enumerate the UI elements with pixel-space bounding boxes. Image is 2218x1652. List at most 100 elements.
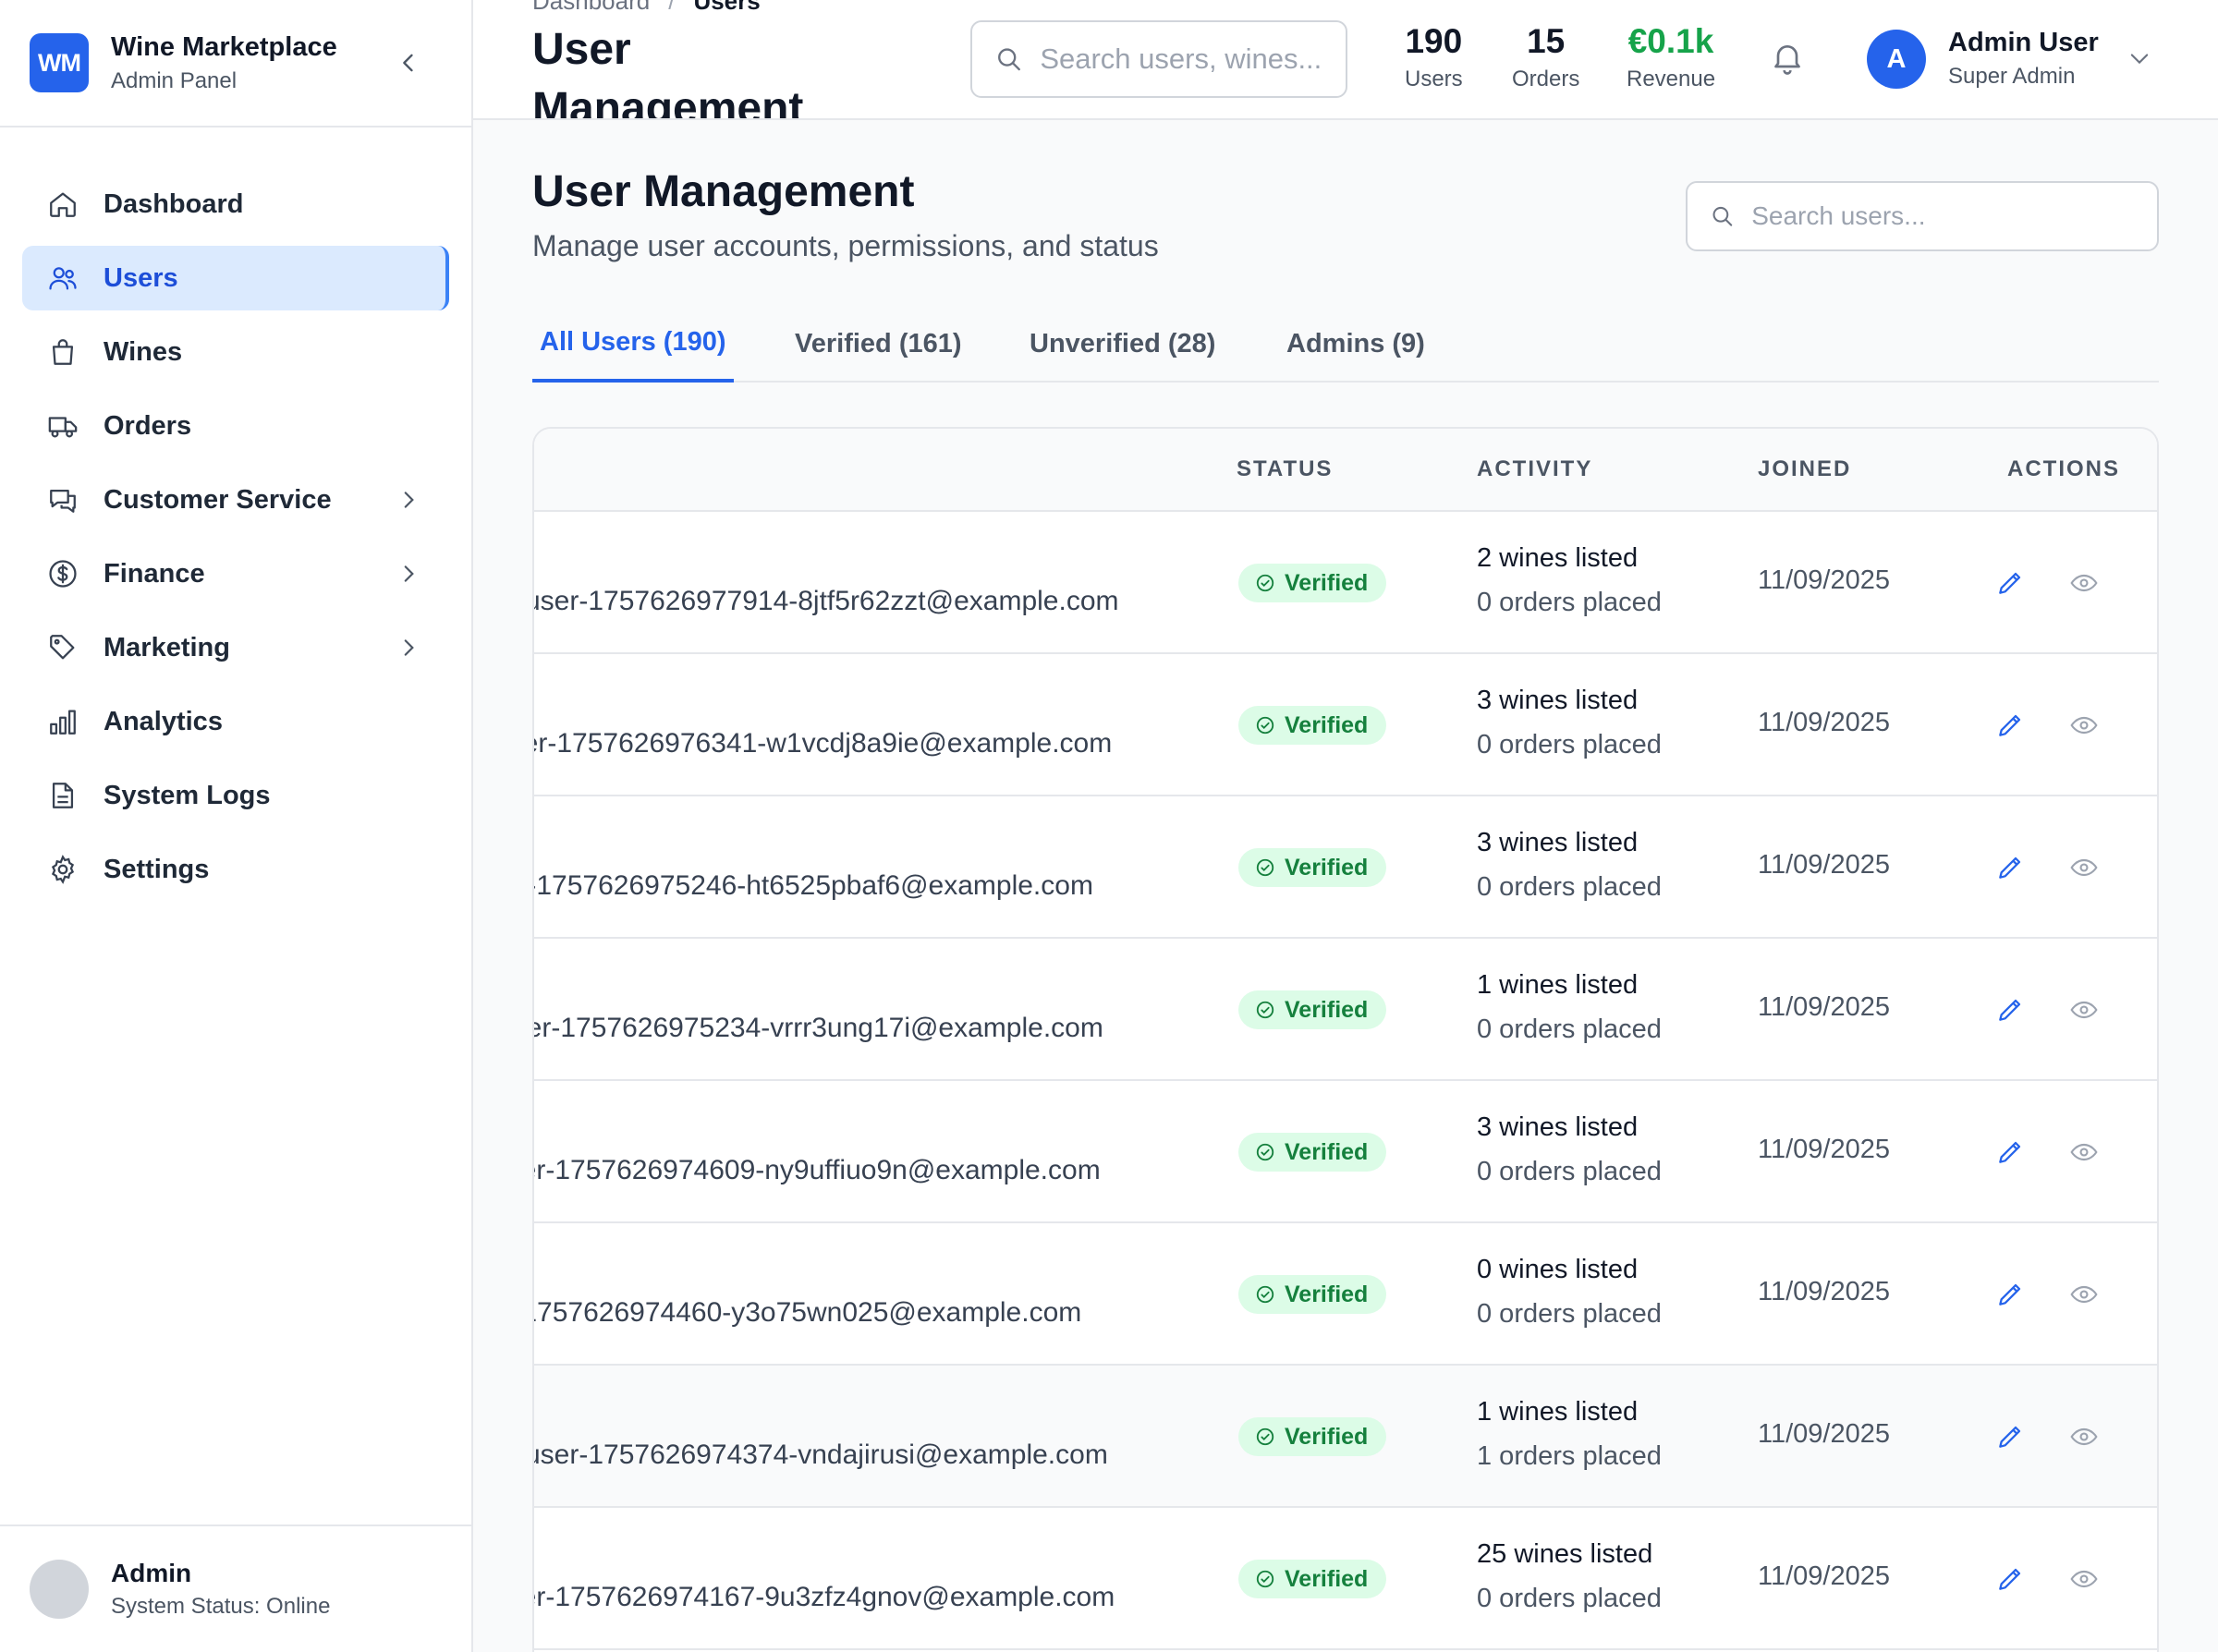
sidebar-item-settings[interactable]: Settings bbox=[22, 837, 449, 902]
search-icon bbox=[1712, 206, 1733, 226]
stat-label: Revenue bbox=[1627, 67, 1716, 91]
user-avatar[interactable]: A bbox=[1867, 30, 1926, 89]
tab-admins[interactable]: Admins (9) bbox=[1279, 305, 1432, 383]
user-email: user-1757626974374-vndajirusi@example.co… bbox=[532, 1439, 1108, 1470]
view-user-button[interactable] bbox=[2066, 992, 2102, 1027]
sidebar-item-wines[interactable]: Wines bbox=[22, 320, 449, 384]
user-tabs: All Users (190) Verified (161) Unverifie… bbox=[532, 305, 2159, 383]
edit-user-button[interactable] bbox=[1993, 1561, 2028, 1597]
truck-icon bbox=[46, 409, 79, 443]
user-role: Super Admin bbox=[1948, 64, 2076, 89]
global-search[interactable] bbox=[970, 20, 1347, 98]
sidebar-item-customer-service[interactable]: Customer Service bbox=[22, 468, 449, 532]
user-search[interactable] bbox=[1686, 181, 2159, 251]
table-row: user-1757626974167-9u3zfz4gnov@example.c… bbox=[534, 1508, 2157, 1650]
breadcrumb: Dashboard / Users bbox=[532, 0, 761, 16]
chevron-right-icon bbox=[394, 559, 423, 589]
status-label: Verified bbox=[1285, 1281, 1369, 1307]
notifications-button[interactable] bbox=[1767, 37, 1808, 78]
check-circle-icon bbox=[1255, 1142, 1275, 1162]
wines-listed: 3 wines listed bbox=[1477, 1112, 1639, 1142]
stat-label: Users bbox=[1405, 67, 1463, 91]
view-user-button[interactable] bbox=[2066, 1135, 2102, 1170]
status-label: Verified bbox=[1285, 1138, 1369, 1165]
stat-users: 190 Users bbox=[1405, 22, 1463, 92]
status-label: Verified bbox=[1285, 996, 1369, 1023]
footer-user-name: Admin bbox=[111, 1559, 192, 1587]
status-badge: Verified bbox=[1238, 564, 1387, 602]
gear-icon bbox=[46, 853, 79, 886]
view-user-button[interactable] bbox=[2066, 1561, 2102, 1597]
eye-icon bbox=[2070, 1001, 2098, 1019]
sidebar-item-system-logs[interactable]: System Logs bbox=[22, 763, 449, 828]
view-user-button[interactable] bbox=[2066, 565, 2102, 601]
sidebar-item-label: Marketing bbox=[104, 632, 230, 662]
user-name: Admin User bbox=[1948, 28, 2099, 57]
eye-icon bbox=[2070, 858, 2098, 877]
tab-unverified[interactable]: Unverified (28) bbox=[1022, 305, 1223, 383]
edit-user-button[interactable] bbox=[1993, 992, 2028, 1027]
sidebar-item-marketing[interactable]: Marketing bbox=[22, 615, 449, 680]
wines-listed: 1 wines listed bbox=[1477, 970, 1639, 1000]
sidebar-item-dashboard[interactable]: Dashboard bbox=[22, 172, 449, 237]
user-search-input[interactable] bbox=[1751, 201, 2157, 231]
user-menu[interactable]: Admin User Super Admin bbox=[1948, 28, 2099, 90]
eye-icon bbox=[2070, 716, 2098, 735]
status-badge: Verified bbox=[1238, 706, 1387, 745]
breadcrumb-link-dashboard[interactable]: Dashboard bbox=[532, 0, 650, 15]
chevron-right-icon bbox=[394, 485, 423, 515]
table-header: STATUS ACTIVITY JOINED ACTIONS bbox=[534, 429, 2157, 512]
user-email: user-1757626975234-vrrr3ung17i@example.c… bbox=[532, 1013, 1103, 1043]
eye-icon bbox=[2070, 1143, 2098, 1161]
shopping-bag-icon bbox=[46, 335, 79, 369]
orders-placed: 0 orders placed bbox=[1477, 872, 1662, 902]
user-menu-toggle[interactable] bbox=[2124, 43, 2155, 74]
edit-user-button[interactable] bbox=[1993, 850, 2028, 885]
status-badge: Verified bbox=[1238, 848, 1387, 887]
users-table: STATUS ACTIVITY JOINED ACTIONS user-1757… bbox=[532, 427, 2159, 1652]
edit-user-button[interactable] bbox=[1993, 565, 2028, 601]
user-email: user-1757626975246-ht6525pbaf6@example.c… bbox=[532, 870, 1093, 901]
view-user-button[interactable] bbox=[2066, 1419, 2102, 1454]
brand: WM Wine Marketplace Admin Panel bbox=[0, 0, 471, 128]
global-search-input[interactable] bbox=[1040, 43, 1346, 76]
orders-placed: 0 orders placed bbox=[1477, 1014, 1662, 1044]
edit-user-button[interactable] bbox=[1993, 708, 2028, 743]
tab-all-users[interactable]: All Users (190) bbox=[532, 305, 734, 383]
joined-date: 11/09/2025 bbox=[1758, 1277, 1890, 1306]
sidebar-item-orders[interactable]: Orders bbox=[22, 394, 449, 458]
edit-user-button[interactable] bbox=[1993, 1135, 2028, 1170]
check-circle-icon bbox=[1255, 1569, 1275, 1589]
tab-verified[interactable]: Verified (161) bbox=[787, 305, 969, 383]
stat-value: 190 bbox=[1405, 22, 1463, 60]
edit-user-button[interactable] bbox=[1993, 1419, 2028, 1454]
users-icon bbox=[46, 261, 79, 295]
breadcrumb-current: Users bbox=[693, 0, 761, 15]
sidebar-item-label: Dashboard bbox=[104, 188, 244, 219]
joined-date: 11/09/2025 bbox=[1758, 708, 1890, 737]
view-user-button[interactable] bbox=[2066, 1277, 2102, 1312]
joined-date: 11/09/2025 bbox=[1758, 1135, 1890, 1164]
check-circle-icon bbox=[1255, 857, 1275, 878]
table-row: user-1757626974609-ny9uffiuo9n@example.c… bbox=[534, 1081, 2157, 1223]
view-user-button[interactable] bbox=[2066, 850, 2102, 885]
joined-date: 11/09/2025 bbox=[1758, 1561, 1890, 1591]
sidebar-item-users[interactable]: Users bbox=[22, 246, 449, 310]
collapse-sidebar-button[interactable] bbox=[392, 46, 425, 79]
view-user-button[interactable] bbox=[2066, 708, 2102, 743]
status-badge: Verified bbox=[1238, 1133, 1387, 1172]
sidebar-footer: Admin System Status: Online bbox=[0, 1524, 471, 1652]
stat-revenue: €0.1k Revenue bbox=[1627, 22, 1715, 92]
eye-icon bbox=[2070, 1427, 2098, 1446]
dollar-icon bbox=[46, 557, 79, 590]
edit-user-button[interactable] bbox=[1993, 1277, 2028, 1312]
stat-label: Orders bbox=[1512, 67, 1580, 91]
sidebar-item-analytics[interactable]: Analytics bbox=[22, 689, 449, 754]
status-label: Verified bbox=[1285, 854, 1369, 881]
pencil-icon bbox=[1999, 1141, 2021, 1163]
orders-placed: 1 orders placed bbox=[1477, 1441, 1662, 1471]
sidebar-item-finance[interactable]: Finance bbox=[22, 541, 449, 606]
user-email: user-1757626976341-w1vcdj8a9ie@example.c… bbox=[532, 728, 1113, 759]
wines-listed: 25 wines listed bbox=[1477, 1539, 1653, 1569]
table-row: user-1757626974460-y3o75wn025@example.co… bbox=[534, 1223, 2157, 1366]
